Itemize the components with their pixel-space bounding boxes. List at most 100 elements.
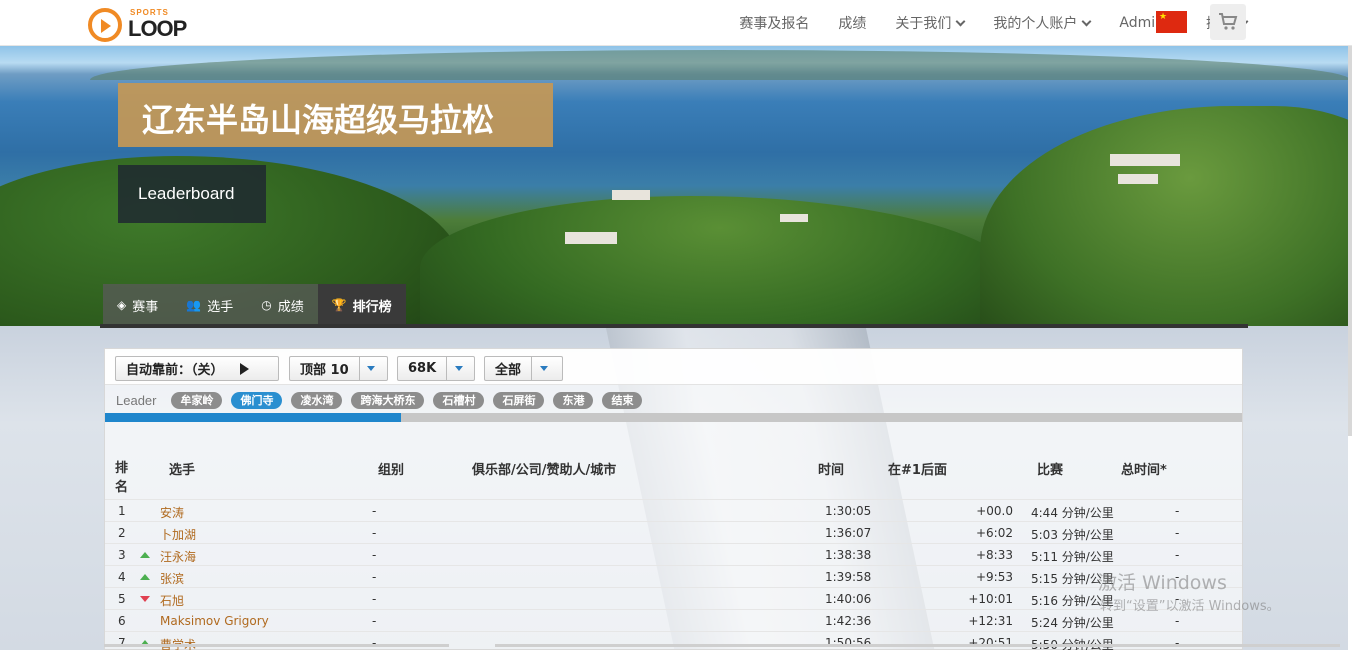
autoscroll-button[interactable]: 自动靠前：（关） xyxy=(115,356,279,381)
split-chip[interactable]: 凌水湾 xyxy=(291,391,343,409)
time-cell: 1:36:07 xyxy=(825,526,872,540)
runner-name[interactable]: 曹学术 xyxy=(160,636,196,650)
table-header: 排名 选手 组别 俱乐部/公司/赞助人/城市 时间 在#1后面 比赛 总时间* xyxy=(105,453,1242,499)
pace-cell: 4:44 分钟/公里 xyxy=(1031,506,1114,520)
rank-cell: 4 xyxy=(118,570,126,584)
nav-results-label: 成绩 xyxy=(838,16,867,32)
rank-cell: 6 xyxy=(118,614,126,628)
time-cell: 1:50:56 xyxy=(825,636,872,650)
china-flag-icon[interactable]: ★ xyxy=(1156,11,1187,33)
chevron-down-icon xyxy=(1081,16,1092,26)
split-chip[interactable]: 东港 xyxy=(553,391,594,409)
pace-cell: 5:24 分钟/公里 xyxy=(1031,616,1114,630)
nav-about[interactable]: 关于我们 xyxy=(895,13,966,33)
behind-cell: +8:33 xyxy=(975,548,1013,562)
play-icon xyxy=(239,362,249,375)
chevron-down-icon xyxy=(955,16,966,26)
distance-select[interactable]: 68K xyxy=(397,356,475,381)
tab-results[interactable]: ◷ 成绩 xyxy=(247,284,318,326)
total-cell: - xyxy=(1175,636,1180,650)
rank-cell: 5 xyxy=(118,592,126,606)
category-select[interactable]: 全部 xyxy=(484,356,563,381)
rank-cell: 2 xyxy=(118,526,126,540)
split-chip[interactable]: 结束 xyxy=(602,391,643,409)
split-chip-active[interactable]: 佛门寺 xyxy=(231,391,283,409)
table-row[interactable]: 2 卜加湖 - 1:36:07 +6:02 5:03 分钟/公里 - xyxy=(105,521,1242,543)
table-row[interactable]: 6 Maksimov Grigory - 1:42:36 +12:31 5:24 分钟/公… xyxy=(105,609,1242,631)
runner-name[interactable]: 张滨 xyxy=(160,570,184,587)
leaderboard-panel: 自动靠前：（关） 顶部 10 68K 全部 Leader 牟家岭 佛门寺 凌水湾… xyxy=(104,348,1243,650)
time-cell: 1:38:38 xyxy=(825,548,872,562)
race-progress-fill xyxy=(105,413,401,422)
hero-image-house xyxy=(780,214,808,222)
nav-events[interactable]: 赛事及报名 xyxy=(739,13,809,33)
nav-results[interactable]: 成绩 xyxy=(838,13,866,33)
header-behind[interactable]: 在#1后面 xyxy=(888,459,947,478)
time-cell: 1:39:58 xyxy=(825,570,872,584)
table-row[interactable]: 4 张滨 -1:39:58 +9:53 5:15 分钟/公里 - xyxy=(105,565,1242,587)
rank-up-icon xyxy=(140,574,150,580)
nav-account-label: 我的个人账户 xyxy=(993,16,1078,32)
header-rank[interactable]: 排名 xyxy=(115,459,131,497)
tab-results-label: 成绩 xyxy=(277,299,304,315)
runner-name[interactable]: Maksimov Grigory xyxy=(160,614,269,628)
event-title: 辽东半岛山海超级马拉松 xyxy=(142,101,495,139)
hero-image-house xyxy=(612,190,650,200)
nav-events-label: 赛事及报名 xyxy=(739,16,810,32)
flag-star-icon: ★ xyxy=(1159,12,1168,22)
horizontal-scrollbar[interactable] xyxy=(104,644,449,647)
runner-name[interactable]: 石旭 xyxy=(160,592,184,609)
tab-event[interactable]: ◈ 赛事 xyxy=(103,284,173,326)
split-chip[interactable]: 跨海大桥东 xyxy=(351,391,425,409)
split-chip[interactable]: 石屏街 xyxy=(493,391,545,409)
hero-image-land xyxy=(980,106,1348,326)
runner-name[interactable]: 汪永海 xyxy=(160,548,196,565)
table-row[interactable]: 5 石旭 -1:40:06 +10:01 5:16 分钟/公里 - xyxy=(105,587,1242,609)
cart-button[interactable] xyxy=(1210,4,1246,40)
table-row[interactable]: 1 安涛 - 1:30:05 +00.0 4:44 分钟/公里 - xyxy=(105,499,1242,521)
group-cell: - xyxy=(372,526,377,540)
pace-cell: 5:50 分钟/公里 xyxy=(1031,636,1114,650)
runner-name[interactable]: 安涛 xyxy=(160,504,184,521)
table-row[interactable]: 3 汪永海 - 1:38:38 +8:33 5:11 分钟/公里 - xyxy=(105,543,1242,565)
split-points: Leader 牟家岭 佛门寺 凌水湾 跨海大桥东 石槽村 石屏街 东港 结束 xyxy=(105,387,1242,413)
hero-image-house xyxy=(1110,154,1180,166)
table-row[interactable]: 7 曹学术 - 1:50:56 +20:51 5:50 分钟/公里 - xyxy=(105,631,1242,650)
header-time[interactable]: 时间 xyxy=(818,459,844,478)
tag-icon: ◈ xyxy=(117,298,127,312)
rank-up-icon xyxy=(140,552,150,558)
total-cell: - xyxy=(1175,548,1180,562)
race-progress-bar xyxy=(105,413,1242,422)
rank-cell: 1 xyxy=(118,504,126,518)
group-cell: - xyxy=(372,570,377,584)
behind-cell: +6:02 xyxy=(975,526,1013,540)
autoscroll-label: 自动靠前：（关） xyxy=(126,363,224,378)
hero-image-land xyxy=(420,196,1020,326)
users-icon: 👥 xyxy=(186,298,202,312)
header-pace[interactable]: 比赛 xyxy=(1037,459,1063,478)
category-value: 全部 xyxy=(495,363,522,378)
hero-image-house xyxy=(565,232,617,244)
header-club[interactable]: 俱乐部/公司/赞助人/城市 xyxy=(472,459,616,478)
horizontal-scrollbar[interactable] xyxy=(495,644,1340,647)
sportsloop-logo[interactable]: SPORTS LOOP xyxy=(88,6,198,42)
pace-cell: 5:03 分钟/公里 xyxy=(1031,528,1114,542)
header-runner[interactable]: 选手 xyxy=(169,459,195,478)
time-cell: 1:42:36 xyxy=(825,614,872,628)
page-scrollbar[interactable] xyxy=(1348,46,1352,436)
header-group[interactable]: 组别 xyxy=(378,459,404,478)
split-chip[interactable]: 牟家岭 xyxy=(171,391,223,409)
runner-name[interactable]: 卜加湖 xyxy=(160,526,196,543)
split-chip[interactable]: 石槽村 xyxy=(433,391,485,409)
tab-participants-label: 选手 xyxy=(207,299,234,315)
tab-leaderboard[interactable]: 🏆 排行榜 xyxy=(317,284,406,326)
nav-account[interactable]: 我的个人账户 xyxy=(993,13,1092,33)
event-tabs: ◈ 赛事 👥 选手 ◷ 成绩 🏆 排行榜 xyxy=(103,284,406,326)
rank-down-icon xyxy=(140,596,150,602)
tab-participants[interactable]: 👥 选手 xyxy=(172,284,248,326)
dropdown-arrow-icon xyxy=(358,357,383,380)
top-count-select[interactable]: 顶部 10 xyxy=(289,356,388,381)
total-cell: - xyxy=(1175,526,1180,540)
clock-icon: ◷ xyxy=(261,298,272,312)
header-total[interactable]: 总时间* xyxy=(1121,459,1167,478)
